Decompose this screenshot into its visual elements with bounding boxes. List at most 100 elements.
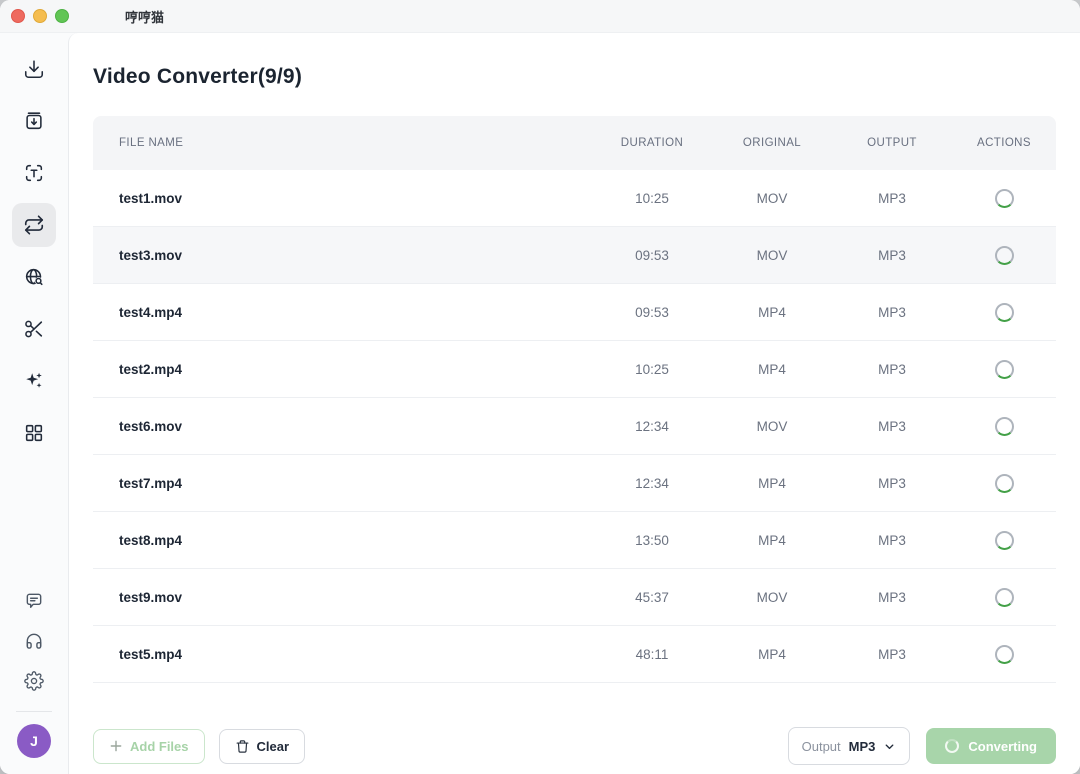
original-format-cell: MP4	[712, 305, 832, 320]
sidebar-item-text-capture[interactable]	[12, 151, 56, 195]
original-format-cell: MP4	[712, 476, 832, 491]
file-name-cell: test1.mov	[93, 191, 592, 206]
clear-button[interactable]: Clear	[219, 729, 306, 764]
file-name-cell: test7.mp4	[93, 476, 592, 491]
footer-toolbar: Add Files Clear Output MP3	[93, 727, 1056, 765]
output-format-cell: MP3	[832, 248, 952, 263]
sidebar-item-convert[interactable]	[12, 203, 56, 247]
column-header-duration: DURATION	[592, 137, 712, 149]
progress-spinner-icon[interactable]	[995, 474, 1014, 493]
sidebar-item-trim[interactable]	[12, 307, 56, 351]
clear-label: Clear	[257, 739, 290, 754]
file-table: FILE NAME DURATION ORIGINAL OUTPUT ACTIO…	[93, 116, 1056, 683]
output-format-dropdown[interactable]: Output MP3	[788, 727, 911, 765]
close-window-button[interactable]	[11, 9, 25, 23]
progress-spinner-icon[interactable]	[995, 588, 1014, 607]
table-row[interactable]: test6.mov 12:34 MOV MP3	[93, 398, 1056, 455]
text-capture-icon	[23, 162, 45, 184]
sidebar-item-download[interactable]	[12, 47, 56, 91]
converting-button[interactable]: Converting	[926, 728, 1056, 764]
loading-spinner-icon	[945, 739, 959, 753]
output-format-cell: MP3	[832, 305, 952, 320]
original-format-cell: MOV	[712, 419, 832, 434]
titlebar: 哼哼猫	[0, 0, 1080, 33]
output-format-cell: MP3	[832, 476, 952, 491]
sidebar-divider	[16, 711, 52, 712]
convert-repeat-icon	[23, 214, 45, 236]
import-box-icon	[23, 110, 45, 132]
column-header-original: ORIGINAL	[712, 137, 832, 149]
progress-spinner-icon[interactable]	[995, 417, 1014, 436]
progress-spinner-icon[interactable]	[995, 645, 1014, 664]
output-format-cell: MP3	[832, 590, 952, 605]
table-row[interactable]: test3.mov 09:53 MOV MP3	[93, 227, 1056, 284]
table-header-row: FILE NAME DURATION ORIGINAL OUTPUT ACTIO…	[93, 116, 1056, 170]
file-name-cell: test6.mov	[93, 419, 592, 434]
progress-spinner-icon[interactable]	[995, 531, 1014, 550]
table-row[interactable]: test7.mp4 12:34 MP4 MP3	[93, 455, 1056, 512]
output-dropdown-label: Output	[802, 739, 841, 754]
duration-cell: 09:53	[592, 305, 712, 320]
sidebar-item-settings[interactable]	[12, 661, 56, 701]
column-header-actions: ACTIONS	[952, 137, 1056, 149]
progress-spinner-icon[interactable]	[995, 303, 1014, 322]
chat-icon	[24, 591, 44, 611]
add-files-label: Add Files	[130, 739, 189, 754]
minimize-window-button[interactable]	[33, 9, 47, 23]
sidebar-item-web-search[interactable]	[12, 255, 56, 299]
duration-cell: 12:34	[592, 476, 712, 491]
table-row[interactable]: test2.mp4 10:25 MP4 MP3	[93, 341, 1056, 398]
output-format-cell: MP3	[832, 362, 952, 377]
progress-spinner-icon[interactable]	[995, 360, 1014, 379]
trash-icon	[235, 739, 250, 754]
original-format-cell: MOV	[712, 590, 832, 605]
output-format-cell: MP3	[832, 647, 952, 662]
duration-cell: 12:34	[592, 419, 712, 434]
output-dropdown-value: MP3	[849, 739, 876, 754]
duration-cell: 10:25	[592, 362, 712, 377]
add-files-button[interactable]: Add Files	[93, 729, 205, 764]
sidebar-item-apps[interactable]	[12, 411, 56, 455]
app-window: 哼哼猫	[0, 0, 1080, 774]
original-format-cell: MOV	[712, 191, 832, 206]
output-format-cell: MP3	[832, 191, 952, 206]
column-header-output: OUTPUT	[832, 137, 952, 149]
duration-cell: 09:53	[592, 248, 712, 263]
sidebar-item-ai-tools[interactable]	[12, 359, 56, 403]
file-name-cell: test8.mp4	[93, 533, 592, 548]
web-search-icon	[23, 266, 45, 288]
duration-cell: 10:25	[592, 191, 712, 206]
output-format-cell: MP3	[832, 533, 952, 548]
sidebar: J	[0, 33, 68, 774]
file-name-cell: test9.mov	[93, 590, 592, 605]
output-format-cell: MP3	[832, 419, 952, 434]
file-name-cell: test5.mp4	[93, 647, 592, 662]
duration-cell: 48:11	[592, 647, 712, 662]
original-format-cell: MP4	[712, 647, 832, 662]
traffic-lights	[0, 9, 79, 23]
download-icon	[23, 58, 45, 80]
page-title: Video Converter(9/9)	[93, 65, 1056, 89]
original-format-cell: MP4	[712, 533, 832, 548]
scissors-icon	[23, 318, 45, 340]
plus-icon	[109, 739, 123, 753]
chevron-down-icon	[883, 740, 896, 753]
user-avatar[interactable]: J	[17, 724, 51, 758]
table-row[interactable]: test8.mp4 13:50 MP4 MP3	[93, 512, 1056, 569]
zoom-window-button[interactable]	[55, 9, 69, 23]
progress-spinner-icon[interactable]	[995, 189, 1014, 208]
converting-label: Converting	[968, 739, 1037, 754]
sidebar-item-import-box[interactable]	[12, 99, 56, 143]
file-name-cell: test4.mp4	[93, 305, 592, 320]
table-row[interactable]: test4.mp4 09:53 MP4 MP3	[93, 284, 1056, 341]
window-title: 哼哼猫	[125, 7, 164, 26]
sidebar-item-support[interactable]	[12, 621, 56, 661]
headphones-icon	[24, 631, 44, 651]
table-row[interactable]: test9.mov 45:37 MOV MP3	[93, 569, 1056, 626]
main-content: Video Converter(9/9) FILE NAME DURATION …	[68, 33, 1080, 774]
original-format-cell: MP4	[712, 362, 832, 377]
table-row[interactable]: test1.mov 10:25 MOV MP3	[93, 170, 1056, 227]
table-row[interactable]: test5.mp4 48:11 MP4 MP3	[93, 626, 1056, 683]
sidebar-item-feedback[interactable]	[12, 581, 56, 621]
progress-spinner-icon[interactable]	[995, 246, 1014, 265]
